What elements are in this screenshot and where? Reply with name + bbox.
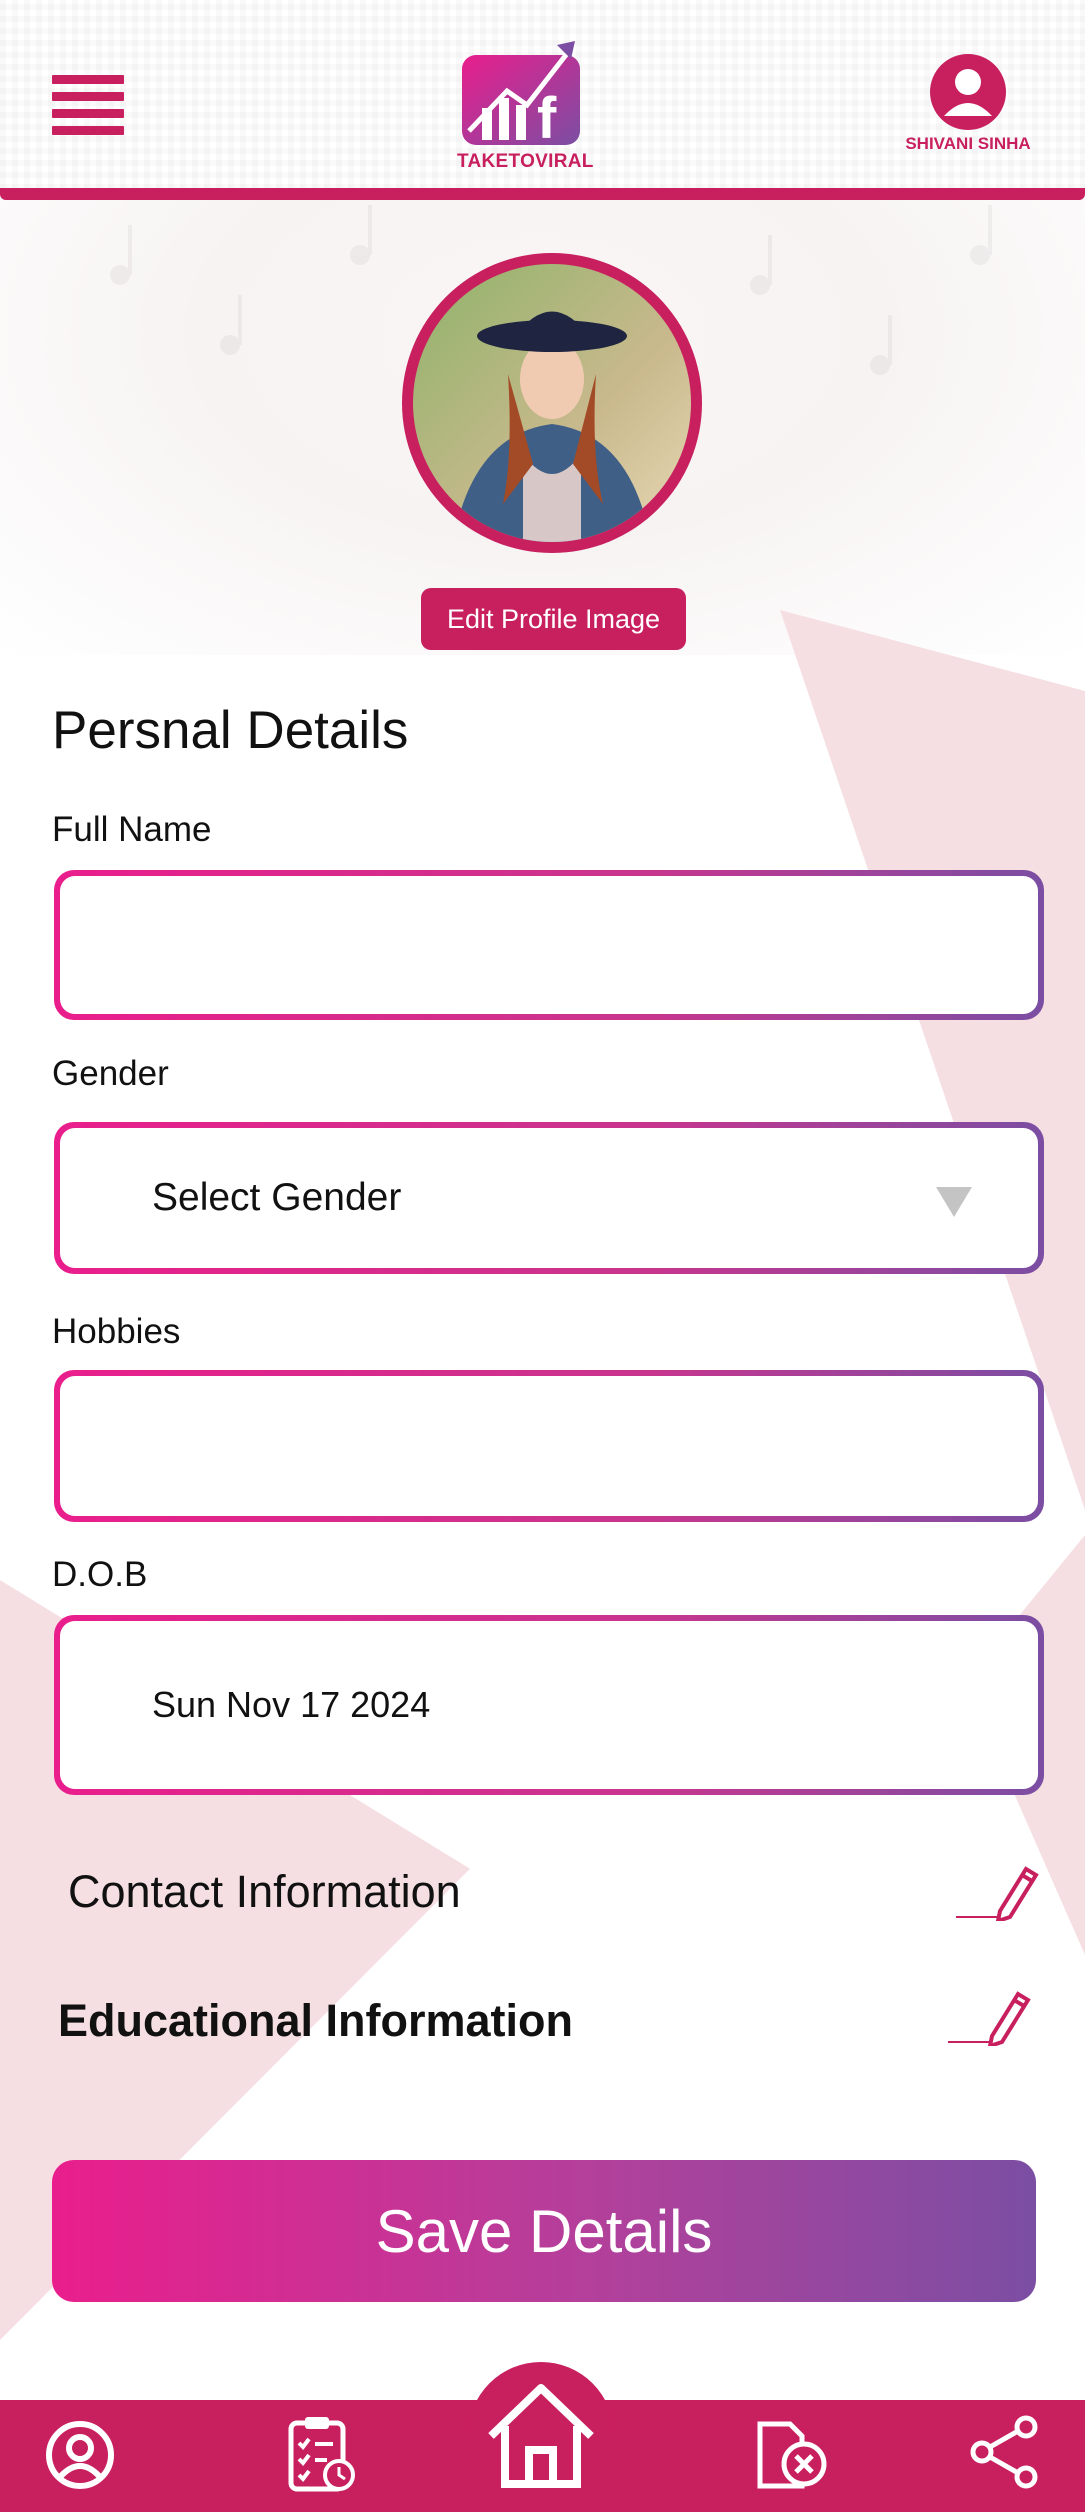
full-name-label: Full Name bbox=[52, 810, 212, 849]
svg-text:f: f bbox=[537, 86, 557, 148]
cancel-document-icon[interactable] bbox=[754, 2418, 830, 2492]
dob-label: D.O.B bbox=[52, 1555, 148, 1594]
user-profile-button[interactable]: SHIVANI SINHA bbox=[888, 50, 1048, 160]
dob-field[interactable]: Sun Nov 17 2024 bbox=[54, 1615, 1044, 1795]
home-icon[interactable] bbox=[483, 2380, 599, 2490]
dob-value: Sun Nov 17 2024 bbox=[152, 1684, 431, 1725]
personal-details-title: Persnal Details bbox=[52, 701, 409, 760]
menu-bar bbox=[52, 126, 124, 135]
hobbies-label: Hobbies bbox=[52, 1312, 181, 1351]
hobbies-input[interactable] bbox=[152, 1375, 1038, 1517]
header-divider bbox=[0, 188, 1085, 200]
full-name-field bbox=[54, 870, 1044, 1020]
user-avatar-icon bbox=[930, 54, 1006, 130]
gender-selected-value: Select Gender bbox=[152, 1176, 402, 1219]
menu-bar bbox=[52, 75, 124, 84]
edit-profile-image-button[interactable]: Edit Profile Image bbox=[421, 588, 686, 650]
schedule-list-icon[interactable] bbox=[287, 2415, 357, 2493]
save-details-button[interactable]: Save Details bbox=[52, 2160, 1036, 2302]
gender-label: Gender bbox=[52, 1054, 169, 1093]
menu-bar bbox=[52, 109, 124, 118]
dropdown-arrow-icon bbox=[936, 1187, 972, 1217]
profile-photo bbox=[413, 264, 691, 542]
menu-bar bbox=[52, 92, 124, 101]
hobbies-field bbox=[54, 1370, 1044, 1522]
share-icon[interactable] bbox=[970, 2415, 1040, 2489]
edit-contact-pencil-icon[interactable] bbox=[952, 1855, 1040, 1921]
logo-text: TAKETOVIRAL bbox=[457, 151, 594, 172]
profile-icon[interactable] bbox=[45, 2420, 115, 2490]
gender-select[interactable]: Select Gender bbox=[54, 1122, 1044, 1274]
educational-information-row[interactable]: Educational Information bbox=[58, 1995, 573, 2047]
menu-button[interactable] bbox=[52, 75, 124, 135]
avatar bbox=[413, 264, 691, 542]
edit-education-pencil-icon[interactable] bbox=[944, 1980, 1032, 2046]
full-name-input[interactable] bbox=[152, 875, 1038, 1015]
logo-icon: f bbox=[462, 41, 580, 148]
user-name: SHIVANI SINHA bbox=[905, 134, 1031, 153]
contact-information-row[interactable]: Contact Information bbox=[68, 1866, 461, 1918]
app-logo: f TAKETOVIRAL bbox=[457, 33, 594, 173]
